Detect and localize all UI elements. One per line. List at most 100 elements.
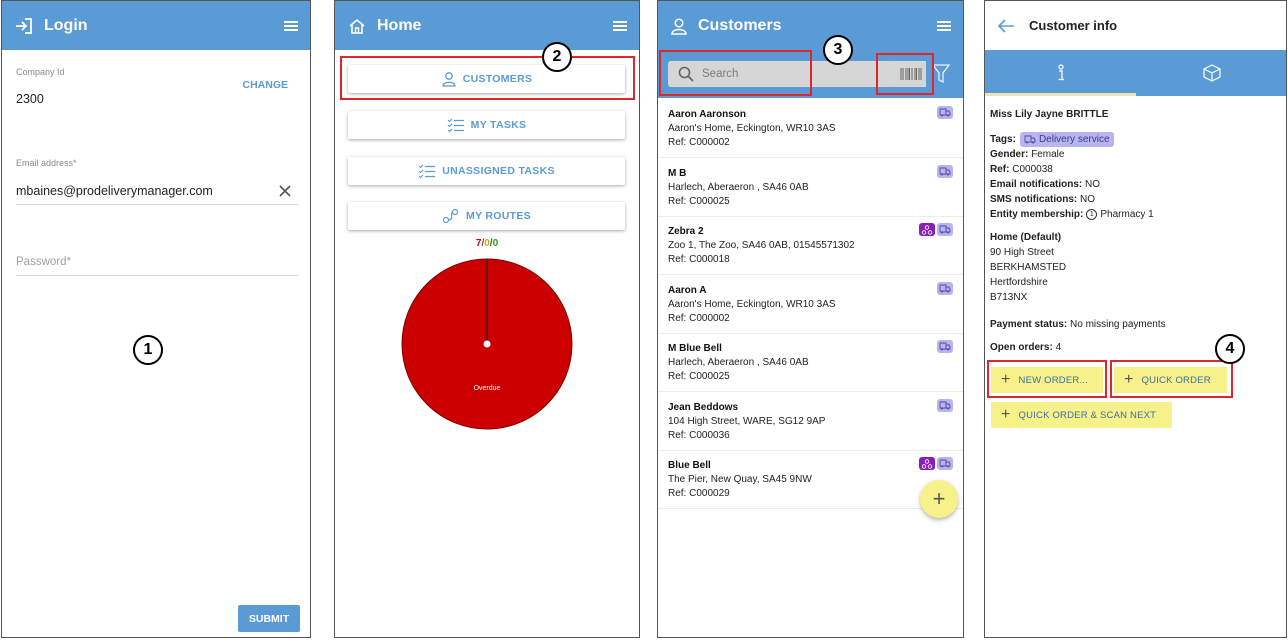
sms-notifications-row: SMS notifications: NO [990,194,1096,205]
address-line: B713NX [990,292,1028,303]
customer-list-item[interactable]: M B Harlech, Aberaeron , SA46 0AB Ref: C00… [658,159,963,217]
truck-icon [937,281,953,295]
customer-info-screen: Customer info Miss Lily Jayne BRITTLE Ta… [984,0,1287,638]
company-id-label: Company Id [16,67,65,77]
email-underline [16,204,298,205]
callout-2: 2 [542,42,572,72]
submit-button[interactable]: SUBMIT [238,605,300,632]
page-title: Customer info [1029,18,1118,33]
tab-orders[interactable] [1136,50,1286,96]
back-arrow-icon[interactable] [997,18,1015,34]
my-routes-button[interactable]: MY ROUTES [348,202,625,230]
customer-ref: Ref: C000029 [668,488,730,499]
highlight-barcode [876,53,934,95]
customer-address: The Pier, New Quay, SA45 9NW [668,474,812,485]
customer-list-item[interactable]: Aaron Aaronson Aaron's Home, Eckington, W… [658,100,963,158]
address-line: 90 High Street [990,247,1054,258]
my-tasks-button[interactable]: MY TASKS [348,111,625,139]
change-company-button[interactable]: CHANGE [242,79,288,91]
home-appbar: Home [335,1,639,50]
page-title: Login [44,16,88,34]
package-icon [1203,64,1221,82]
callout-4: 4 [1215,334,1245,364]
group-icon [919,223,935,236]
home-screen: Home CUSTOMERS 2 MY TASKS UNASSIGNED TAS… [334,0,640,638]
email-notifications-row: Email notifications: NO [990,179,1101,190]
add-customer-button[interactable]: + [920,480,958,518]
payment-status-row: Payment status: No missing payments [990,319,1166,330]
unassigned-tasks-button[interactable]: UNASSIGNED TASKS [348,157,625,185]
customers-screen: Customers Search 3 Aaron Aaronson Aaron's… [657,0,964,638]
tab-indicator [985,93,1136,96]
clear-icon[interactable] [278,184,292,198]
truck-icon [937,106,953,119]
pie-center [483,340,491,348]
customer-list-item[interactable]: Jean Beddows 104 High Street, WARE, SG12 … [658,393,963,451]
customer-address: Aaron's Home, Eckington, WR10 3AS [668,298,836,310]
info-tabs [985,50,1286,96]
address-title: Home (Default) [990,232,1062,243]
email-field[interactable]: mbaines@prodeliverymanager.com [16,184,213,198]
quick-order-scan-next-button[interactable]: + QUICK ORDER & SCAN NEXT [991,402,1172,428]
customers-appbar: Customers [658,1,963,50]
highlight-quick-order [1110,360,1233,398]
login-screen: Login Company Id 2300 CHANGE Email addre… [1,0,311,638]
customer-name: M B [668,167,687,179]
customer-ref: Ref: C000025 [668,195,730,207]
customer-details: Miss Lily Jayne BRITTLE Tags: Delivery s… [990,107,1280,355]
customer-address: Harlech, Aberaeron , SA46 0AB [668,357,809,368]
my-routes-label: MY ROUTES [466,210,531,222]
home-icon [349,18,365,34]
screenshot-composite: Login Company Id 2300 CHANGE Email addre… [0,0,1288,640]
menu-icon[interactable] [284,20,298,31]
highlight-customers [340,56,635,100]
truck-icon [937,457,953,470]
customer-address: Aaron's Home, Eckington, WR10 3AS [668,123,836,134]
truck-icon [937,398,953,412]
customer-list-item[interactable]: Blue Bell The Pier, New Quay, SA45 9NW Ref… [658,451,963,509]
customer-name: Aaron Aaronson [668,109,746,120]
customer-list-item[interactable]: Aaron A Aaron's Home, Eckington, WR10 3AS… [658,276,963,334]
customer-name: Zebra 2 [668,226,704,237]
unassigned-tasks-label: UNASSIGNED TASKS [442,165,555,177]
address-line: Hertfordshire [990,277,1048,288]
email-label: Email address* [16,158,77,168]
customer-ref: Ref: C000002 [668,137,730,148]
info-appbar: Customer info [985,1,1286,50]
customer-list-item[interactable]: Zebra 2 Zoo 1, The Zoo, SA46 0AB, 0154557… [658,217,963,275]
info-icon [1057,64,1064,81]
password-underline [16,275,298,276]
filter-icon[interactable] [932,64,950,84]
callout-3: 3 [823,35,853,65]
menu-icon[interactable] [937,20,951,31]
customer-name: Miss Lily Jayne BRITTLE [990,109,1109,120]
truck-icon [937,340,953,353]
menu-icon[interactable] [613,20,627,31]
entity-membership-row: Entity membership: 1 Pharmacy 1 [990,209,1154,220]
tasks-icon [447,118,464,132]
customer-ref: Ref: C000018 [668,254,730,265]
quick-order-scan-label: QUICK ORDER & SCAN NEXT [1018,409,1157,421]
customer-address: Zoo 1, The Zoo, SA46 0AB, 01545571302 [668,240,855,251]
customer-ref: Ref: C000025 [668,371,730,382]
truck-icon [1024,135,1036,144]
password-field[interactable]: Password* [16,256,71,268]
my-tasks-label: MY TASKS [470,119,527,131]
highlight-search [659,50,812,96]
tag-label: Delivery service [1038,134,1110,145]
stat-done: 0 [492,238,499,249]
login-icon [16,17,32,34]
plus-icon: + [1001,406,1011,423]
task-pie-chart [401,258,573,430]
address-line: BERKHAMSTED [990,262,1067,273]
tab-info[interactable] [985,50,1136,96]
page-title: Customers [698,16,782,34]
customer-name: M Blue Bell [668,343,722,354]
task-stats: 7/0/0 [475,238,499,249]
callout-1: 1 [133,335,163,365]
route-icon [442,208,459,224]
customer-list-item[interactable]: M Blue Bell Harlech, Aberaeron , SA46 0AB… [658,334,963,392]
tags-label: Tags: [990,134,1016,145]
tag-delivery-service[interactable]: Delivery service [1019,132,1114,147]
tasks-icon [418,164,436,178]
